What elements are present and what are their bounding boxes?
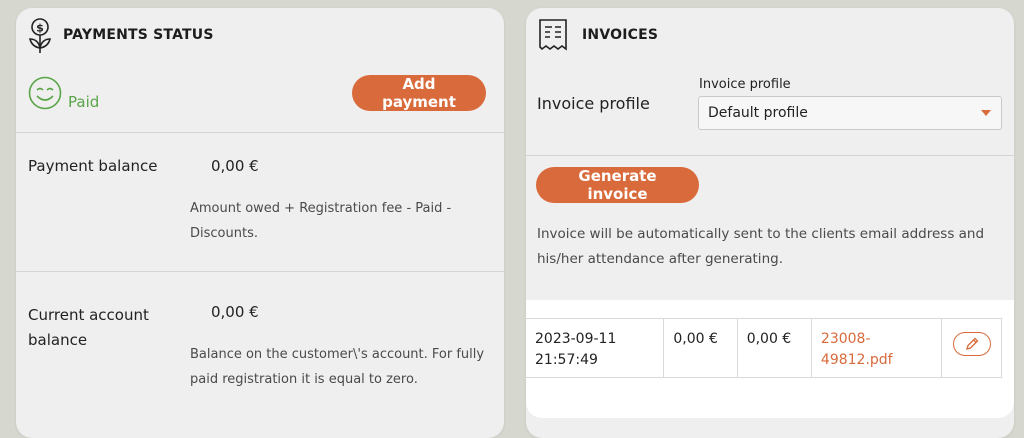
- payments-status-card: $ PAYMENTS STATUS Paid Add payment Payme…: [16, 8, 504, 438]
- invoice-amount-cell: 0,00 €: [663, 318, 738, 378]
- invoice-table: 2023-09-11 21:57:49 0,00 € 0,00 € 23008-…: [526, 318, 1002, 378]
- divider: [16, 271, 504, 272]
- invoice-profile-field-label: Invoice profile: [699, 77, 791, 92]
- chevron-down-icon: [981, 110, 991, 116]
- generate-invoice-button[interactable]: Generate invoice: [536, 167, 699, 203]
- label-line: Current account: [28, 306, 149, 324]
- payment-balance-label: Payment balance: [28, 157, 158, 175]
- invoice-info-text: Invoice will be automatically sent to th…: [537, 222, 984, 272]
- divider: [16, 132, 504, 133]
- current-account-value: 0,00 €: [211, 303, 259, 321]
- smile-icon: [27, 76, 63, 114]
- description-line: paid registration it is equal to zero.: [190, 372, 418, 387]
- info-line: his/her attendance after generating.: [537, 251, 783, 267]
- add-payment-button[interactable]: Add payment: [352, 75, 486, 111]
- invoice-action-cell: [941, 318, 1002, 378]
- status-badge: Paid: [68, 93, 100, 111]
- invoice-profile-label: Invoice profile: [537, 94, 650, 113]
- table-row: 2023-09-11 21:57:49 0,00 € 0,00 € 23008-…: [526, 318, 1002, 378]
- description-line: Balance on the customer\'s account. For …: [190, 347, 485, 362]
- label-line: balance: [28, 331, 88, 349]
- payment-balance-value: 0,00 €: [211, 157, 259, 175]
- invoice-amount-cell: 0,00 €: [736, 318, 812, 378]
- description-line: Discounts.: [190, 226, 258, 241]
- svg-text:$: $: [36, 22, 44, 35]
- money-plant-icon: $: [28, 18, 52, 58]
- invoice-time: 21:57:49: [535, 352, 598, 368]
- invoice-file-link[interactable]: 23008- 49812.pdf: [810, 318, 943, 378]
- file-name-line: 49812.pdf: [820, 352, 893, 368]
- invoice-profile-select[interactable]: Default profile: [698, 96, 1002, 130]
- payments-title: PAYMENTS STATUS: [63, 27, 214, 43]
- invoice-table-panel: 2023-09-11 21:57:49 0,00 € 0,00 € 23008-…: [526, 300, 1014, 418]
- current-account-description: Balance on the customer\'s account. For …: [190, 342, 484, 392]
- description-line: Amount owed + Registration fee - Paid -: [190, 201, 452, 216]
- receipt-icon: [538, 18, 568, 56]
- invoice-date: 2023-09-11: [535, 331, 617, 347]
- file-name-line: 23008-: [820, 331, 871, 347]
- invoice-profile-selected: Default profile: [708, 105, 808, 121]
- edit-invoice-button[interactable]: [953, 332, 992, 356]
- divider: [526, 155, 1014, 156]
- current-account-label: Current account balance: [28, 303, 149, 353]
- info-line: Invoice will be automatically sent to th…: [537, 226, 985, 242]
- invoices-title: INVOICES: [582, 27, 659, 43]
- pencil-icon: [966, 337, 979, 350]
- invoice-date-cell: 2023-09-11 21:57:49: [526, 318, 665, 378]
- payment-balance-description: Amount owed + Registration fee - Paid - …: [190, 196, 451, 246]
